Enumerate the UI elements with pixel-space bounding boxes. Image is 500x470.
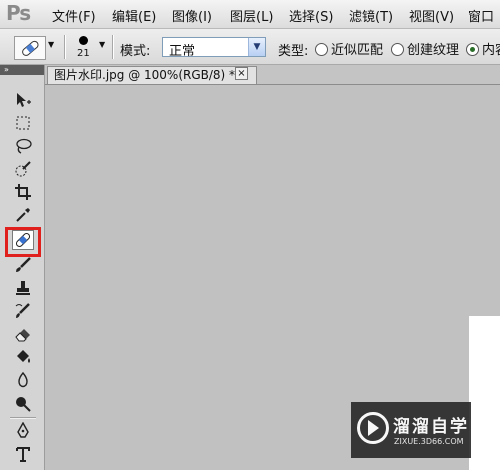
- mode-label: 模式:: [120, 44, 151, 59]
- brush-size-value: 21: [77, 48, 90, 59]
- brush-picker-arrow-icon[interactable]: ▼: [99, 40, 105, 49]
- radio-label: 近似匹配: [331, 43, 384, 58]
- pen-tool[interactable]: [12, 421, 34, 441]
- rectangular-marquee-icon: [16, 116, 30, 130]
- lasso-tool[interactable]: [12, 136, 34, 156]
- watermark-title: 溜溜自学: [393, 417, 469, 437]
- paint-bucket-tool[interactable]: [12, 347, 34, 367]
- menu-layer[interactable]: 图层(L): [230, 6, 273, 25]
- menu-file[interactable]: 文件(F): [52, 6, 96, 25]
- divider: [112, 35, 114, 59]
- type-tool[interactable]: [12, 444, 34, 464]
- tool-preset-picker[interactable]: [14, 36, 46, 60]
- brush-icon: [16, 257, 31, 272]
- spot-healing-brush-icon: [22, 40, 39, 56]
- radio-button[interactable]: [315, 43, 328, 56]
- crop-tool[interactable]: [12, 182, 34, 202]
- clone-stamp-tool[interactable]: [12, 278, 34, 298]
- radio-button[interactable]: [391, 43, 404, 56]
- menu-bar: Ps 文件(F) 编辑(E) 图像(I) 图层(L) 选择(S) 滤镜(T) 视…: [0, 0, 500, 29]
- radio-proximity-match[interactable]: 近似匹配: [315, 39, 383, 58]
- eraser-tool[interactable]: [12, 324, 34, 344]
- tool-preset-arrow-icon[interactable]: ▼: [48, 40, 54, 49]
- tool-highlight-box: [5, 227, 41, 257]
- panel-collapse-icon[interactable]: »: [0, 65, 44, 75]
- document-tab-bar: 图片水印.jpg @ 100%(RGB/8) * ×: [45, 65, 500, 85]
- dodge-icon: [16, 397, 31, 412]
- quick-selection-tool[interactable]: [12, 159, 34, 179]
- move-tool[interactable]: [12, 90, 34, 110]
- type-label: 类型:: [278, 44, 309, 59]
- eyedropper-icon: [16, 208, 30, 222]
- mode-value: 正常: [169, 44, 196, 59]
- pen-icon: [17, 422, 29, 438]
- menu-select[interactable]: 选择(S): [289, 6, 333, 25]
- history-brush-icon: [15, 303, 30, 318]
- watermark-logo: 溜溜自学 ZIXUE.3D66.COM: [351, 402, 471, 458]
- document-tab[interactable]: 图片水印.jpg @ 100%(RGB/8) *: [47, 66, 257, 84]
- blur-icon: [18, 371, 28, 388]
- menu-edit[interactable]: 编辑(E): [112, 6, 156, 25]
- clone-stamp-icon: [16, 281, 30, 295]
- chevron-down-icon[interactable]: ▼: [248, 38, 265, 56]
- marquee-tool[interactable]: [12, 113, 34, 133]
- watermark-url: ZIXUE.3D66.COM: [394, 437, 464, 446]
- quick-selection-icon: [15, 161, 31, 177]
- tool-divider: [10, 417, 36, 419]
- radio-label: 内容: [482, 43, 500, 58]
- radio-label: 创建纹理: [407, 43, 460, 58]
- eyedropper-tool[interactable]: [12, 205, 34, 225]
- options-bar: ▼ 21 ▼ 模式: 正常 ▼ 类型: 近似匹配 创建纹理 内容: [0, 29, 500, 65]
- move-icon: [17, 93, 31, 107]
- image-content: [469, 316, 500, 470]
- menu-window[interactable]: 窗口: [468, 6, 494, 25]
- type-icon: [16, 447, 30, 462]
- play-icon: [368, 420, 379, 436]
- paint-bucket-icon: [17, 350, 30, 363]
- radio-content-aware[interactable]: 内容: [466, 39, 500, 58]
- photoshop-logo: Ps: [6, 1, 31, 25]
- eraser-icon: [15, 329, 30, 342]
- history-brush-tool[interactable]: [12, 301, 34, 321]
- menu-filter[interactable]: 滤镜(T): [349, 6, 393, 25]
- brush-tip-icon[interactable]: [79, 36, 88, 45]
- crop-icon: [15, 184, 31, 200]
- mode-select[interactable]: 正常 ▼: [162, 37, 266, 59]
- lasso-icon: [16, 138, 32, 154]
- radio-create-texture[interactable]: 创建纹理: [391, 39, 459, 58]
- menu-image[interactable]: 图像(I): [172, 6, 212, 25]
- radio-button-selected[interactable]: [466, 43, 479, 56]
- close-icon[interactable]: ×: [235, 67, 248, 80]
- blur-tool[interactable]: [12, 370, 34, 390]
- dodge-tool[interactable]: [12, 394, 34, 414]
- menu-view[interactable]: 视图(V): [409, 6, 454, 25]
- divider: [64, 35, 66, 59]
- brush-tool[interactable]: [12, 255, 34, 275]
